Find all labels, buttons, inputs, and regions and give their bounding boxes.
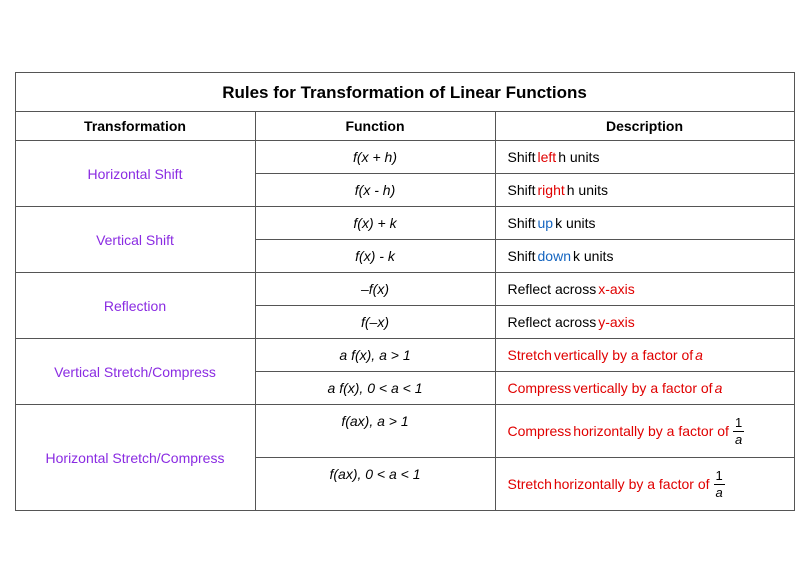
- col-header-transformation: Transformation: [16, 112, 256, 140]
- table-row: f(x) - kShift down k units: [256, 240, 794, 272]
- table-row: f(x) + kShift up k units: [256, 207, 794, 240]
- description-cell: Reflect across x-axis: [496, 273, 794, 305]
- function-cell: –f(x): [256, 273, 496, 305]
- table-row: f(ax), a > 1Compress horizontally by a f…: [256, 405, 794, 458]
- function-cell: a f(x), a > 1: [256, 339, 496, 371]
- transformation-label: Vertical Shift: [16, 207, 256, 272]
- description-cell: Compress vertically by a factor of a: [496, 372, 794, 404]
- function-cell: f(ax), 0 < a < 1: [256, 458, 496, 510]
- table-row: f(x - h)Shift right h units: [256, 174, 794, 206]
- table-row: f(–x)Reflect across y-axis: [256, 306, 794, 338]
- transformation-table: Rules for Transformation of Linear Funct…: [15, 72, 795, 511]
- col-header-description: Description: [496, 112, 794, 140]
- data-rows: f(x) + kShift up k unitsf(x) - kShift do…: [256, 207, 794, 272]
- table-title: Rules for Transformation of Linear Funct…: [16, 73, 794, 112]
- function-cell: f(x + h): [256, 141, 496, 173]
- data-rows: f(x + h)Shift left h unitsf(x - h)Shift …: [256, 141, 794, 206]
- function-cell: f(–x): [256, 306, 496, 338]
- description-cell: Stretch horizontally by a factor of 1a: [496, 458, 794, 510]
- row-group: Reflection–f(x)Reflect across x-axisf(–x…: [16, 273, 794, 339]
- table-body: Horizontal Shiftf(x + h)Shift left h uni…: [16, 141, 794, 510]
- data-rows: f(ax), a > 1Compress horizontally by a f…: [256, 405, 794, 510]
- row-group: Vertical Shiftf(x) + kShift up k unitsf(…: [16, 207, 794, 273]
- row-group: Horizontal Stretch/Compressf(ax), a > 1C…: [16, 405, 794, 510]
- description-cell: Shift up k units: [496, 207, 794, 239]
- data-rows: –f(x)Reflect across x-axisf(–x)Reflect a…: [256, 273, 794, 338]
- col-header-function: Function: [256, 112, 496, 140]
- function-cell: a f(x), 0 < a < 1: [256, 372, 496, 404]
- function-cell: f(x - h): [256, 174, 496, 206]
- description-cell: Reflect across y-axis: [496, 306, 794, 338]
- transformation-label: Reflection: [16, 273, 256, 338]
- column-headers: Transformation Function Description: [16, 112, 794, 141]
- data-rows: a f(x), a > 1Stretch vertically by a fac…: [256, 339, 794, 404]
- description-cell: Shift down k units: [496, 240, 794, 272]
- table-row: –f(x)Reflect across x-axis: [256, 273, 794, 306]
- table-row: f(ax), 0 < a < 1Stretch horizontally by …: [256, 458, 794, 510]
- table-row: a f(x), 0 < a < 1Compress vertically by …: [256, 372, 794, 404]
- function-cell: f(ax), a > 1: [256, 405, 496, 457]
- transformation-label: Horizontal Stretch/Compress: [16, 405, 256, 510]
- transformation-label: Horizontal Shift: [16, 141, 256, 206]
- description-cell: Shift right h units: [496, 174, 794, 206]
- row-group: Vertical Stretch/Compressa f(x), a > 1St…: [16, 339, 794, 405]
- function-cell: f(x) + k: [256, 207, 496, 239]
- description-cell: Compress horizontally by a factor of 1a: [496, 405, 794, 457]
- description-cell: Shift left h units: [496, 141, 794, 173]
- transformation-label: Vertical Stretch/Compress: [16, 339, 256, 404]
- function-cell: f(x) - k: [256, 240, 496, 272]
- row-group: Horizontal Shiftf(x + h)Shift left h uni…: [16, 141, 794, 207]
- table-row: a f(x), a > 1Stretch vertically by a fac…: [256, 339, 794, 372]
- description-cell: Stretch vertically by a factor of a: [496, 339, 794, 371]
- table-row: f(x + h)Shift left h units: [256, 141, 794, 174]
